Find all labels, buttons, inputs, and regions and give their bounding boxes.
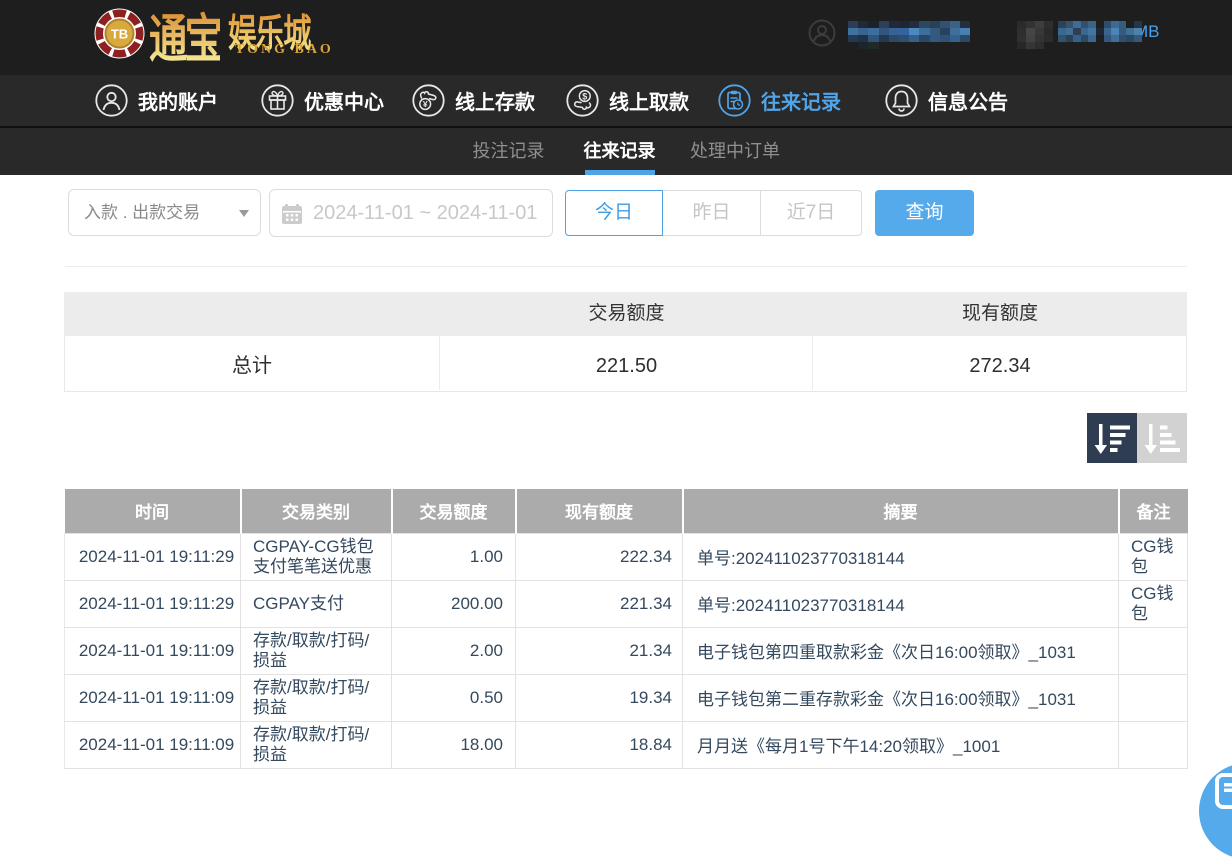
svg-text:$: $	[582, 91, 587, 101]
svg-text:TB: TB	[111, 27, 128, 42]
svg-text:¥: ¥	[423, 99, 428, 109]
